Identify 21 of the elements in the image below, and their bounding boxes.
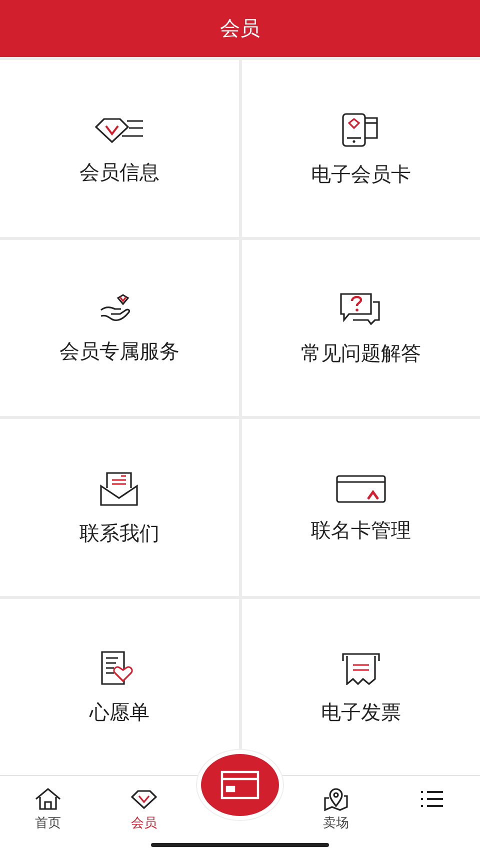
nav-tab[interactable]: 首页 — [0, 776, 96, 853]
envelope-letter-icon — [100, 472, 138, 506]
map-pin-icon — [322, 786, 350, 812]
menu-tile[interactable]: 常见问题解答 — [242, 240, 480, 416]
phone-card-icon — [342, 112, 380, 147]
menu-tile[interactable]: 会员信息 — [0, 60, 238, 236]
nav-tab[interactable]: 卖场 — [288, 776, 384, 853]
menu-tile[interactable]: 联名卡管理 — [242, 419, 480, 596]
menu-tile[interactable]: 电子发票 — [242, 598, 480, 775]
member-card-button[interactable] — [201, 754, 279, 816]
menu-tile[interactable]: 电子会员卡 — [242, 60, 480, 236]
home-icon — [34, 786, 62, 812]
page-title: 会员 — [220, 15, 260, 42]
card-icon — [336, 474, 386, 503]
menu-tile[interactable]: 联系我们 — [0, 419, 238, 596]
receipt-icon — [342, 651, 380, 686]
question-chat-icon — [338, 292, 383, 326]
nav-tab[interactable]: 会员 — [96, 776, 192, 853]
menu-tile[interactable]: 会员专属服务 — [0, 240, 238, 416]
card-icon — [220, 770, 260, 800]
menu-tile[interactable]: 心愿单 — [0, 598, 238, 775]
